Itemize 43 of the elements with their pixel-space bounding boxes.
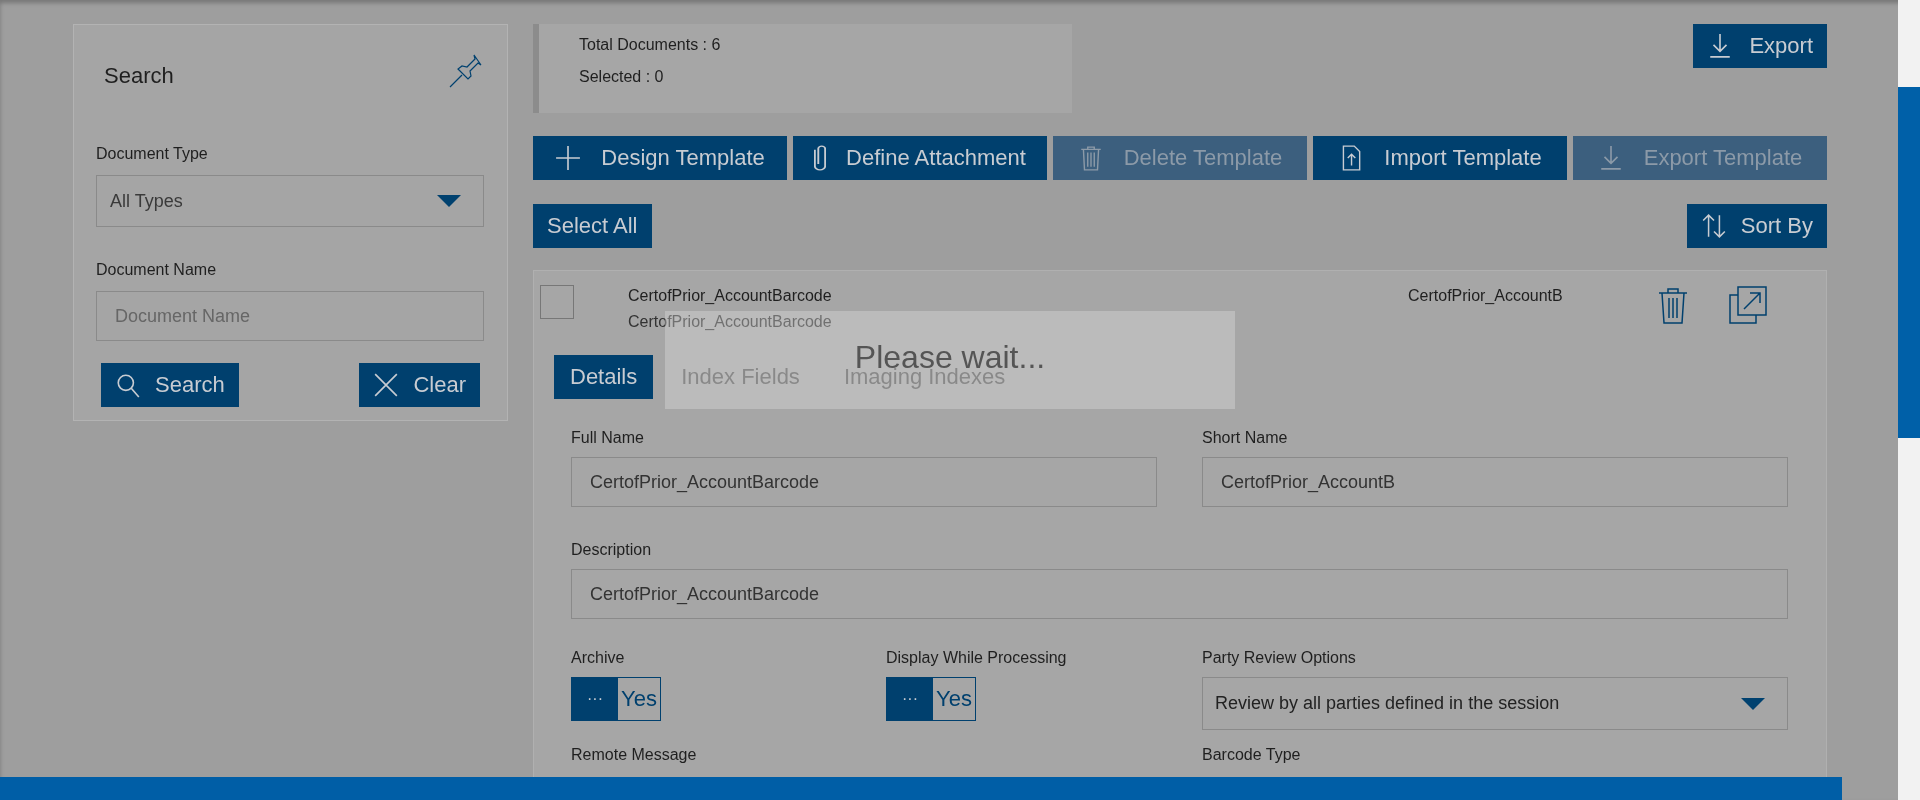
template-button[interactable]: Define Attachment bbox=[793, 136, 1047, 180]
paperclip-icon bbox=[814, 145, 827, 171]
field-label: Remote Message bbox=[571, 746, 697, 764]
field-label: Party Review Options bbox=[1202, 649, 1357, 667]
field-label: Archive bbox=[571, 649, 626, 667]
field-label: Document Name bbox=[96, 261, 218, 279]
document-full-name: CertofPrior_AccountBarcode bbox=[628, 287, 833, 305]
close-icon bbox=[373, 372, 400, 398]
party-review-dropdown[interactable]: Review by all parties defined in the session bbox=[1202, 677, 1788, 730]
sort-by-button[interactable]: Sort By bbox=[1686, 204, 1827, 248]
open-external-icon[interactable] bbox=[1728, 285, 1768, 325]
pin-icon[interactable] bbox=[448, 53, 484, 89]
selected-count-text: Selected : 0 bbox=[579, 68, 665, 86]
field-label: Display While Processing bbox=[886, 649, 1068, 667]
short-name-field[interactable]: CertofPrior_AccountB bbox=[1202, 457, 1788, 507]
row-checkbox[interactable] bbox=[540, 285, 574, 319]
select-all-button[interactable]: Select All bbox=[533, 204, 652, 248]
total-documents-text: Total Documents : 6 bbox=[579, 36, 722, 54]
template-button[interactable]: Import Template bbox=[1313, 136, 1567, 180]
field-label: Description bbox=[571, 541, 653, 559]
document-name-field[interactable]: Document Name bbox=[96, 291, 484, 341]
full-name-field[interactable]: CertofPrior_AccountBarcode bbox=[571, 457, 1157, 507]
clear-button[interactable]: Clear bbox=[359, 363, 480, 407]
toggle-switch[interactable]: ··· Yes bbox=[571, 677, 661, 721]
search-icon bbox=[115, 372, 141, 398]
field-label: Document Type bbox=[96, 145, 209, 163]
plus-icon bbox=[555, 145, 582, 171]
document-description: CertofPrior_AccountBarcode bbox=[628, 313, 833, 331]
caret-icon bbox=[1741, 697, 1765, 710]
panel-title: Search bbox=[104, 63, 174, 89]
field-label: Short Name bbox=[1202, 429, 1289, 447]
template-button[interactable]: Design Template bbox=[533, 136, 787, 180]
export-button[interactable]: Export bbox=[1693, 24, 1827, 68]
search-button[interactable]: Search bbox=[101, 363, 239, 407]
caret-icon bbox=[437, 195, 461, 207]
document-type-dropdown[interactable]: All Types bbox=[96, 175, 484, 227]
tab[interactable]: Details bbox=[554, 355, 654, 399]
sort-icon bbox=[1700, 213, 1727, 239]
field-label: Barcode Type bbox=[1202, 746, 1301, 764]
document-short-name: CertofPrior_AccountB bbox=[1408, 286, 1564, 306]
toggle-switch[interactable]: ··· Yes bbox=[886, 677, 976, 721]
description-field[interactable]: CertofPrior_AccountBarcode bbox=[571, 569, 1788, 619]
field-label: Full Name bbox=[571, 429, 645, 447]
